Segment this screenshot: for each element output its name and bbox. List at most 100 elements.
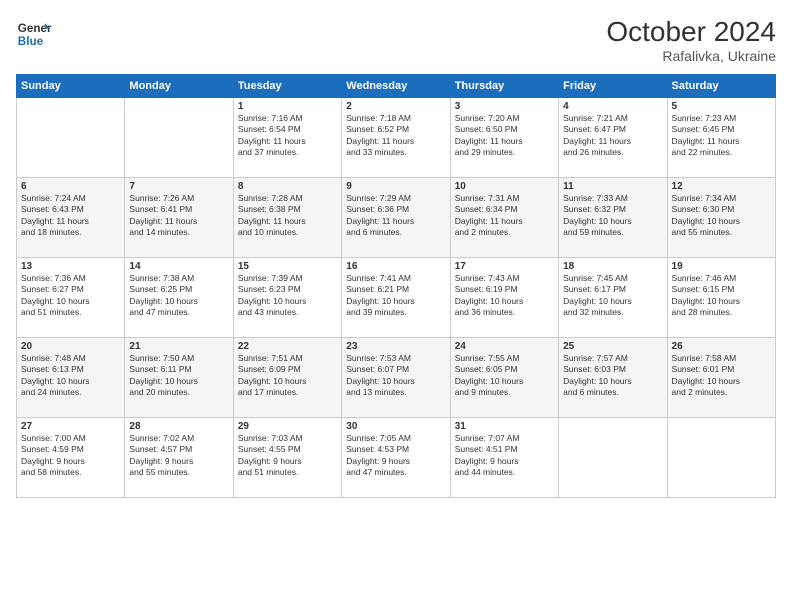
- day-number: 7: [129, 181, 228, 192]
- weekday-header: Tuesday: [233, 75, 341, 98]
- calendar-row: 20Sunrise: 7:48 AM Sunset: 6:13 PM Dayli…: [17, 338, 776, 418]
- calendar-cell: 24Sunrise: 7:55 AM Sunset: 6:05 PM Dayli…: [450, 338, 558, 418]
- day-number: 19: [672, 261, 771, 272]
- calendar-cell: 30Sunrise: 7:05 AM Sunset: 4:53 PM Dayli…: [342, 418, 450, 498]
- day-info: Sunrise: 7:05 AM Sunset: 4:53 PM Dayligh…: [346, 433, 445, 479]
- day-info: Sunrise: 7:46 AM Sunset: 6:15 PM Dayligh…: [672, 273, 771, 319]
- header-row: SundayMondayTuesdayWednesdayThursdayFrid…: [17, 75, 776, 98]
- day-number: 3: [455, 101, 554, 112]
- day-info: Sunrise: 7:18 AM Sunset: 6:52 PM Dayligh…: [346, 113, 445, 159]
- calendar-cell: 22Sunrise: 7:51 AM Sunset: 6:09 PM Dayli…: [233, 338, 341, 418]
- day-number: 5: [672, 101, 771, 112]
- calendar-cell: 10Sunrise: 7:31 AM Sunset: 6:34 PM Dayli…: [450, 178, 558, 258]
- day-info: Sunrise: 7:51 AM Sunset: 6:09 PM Dayligh…: [238, 353, 337, 399]
- weekday-header: Saturday: [667, 75, 775, 98]
- day-number: 10: [455, 181, 554, 192]
- calendar-cell: 14Sunrise: 7:38 AM Sunset: 6:25 PM Dayli…: [125, 258, 233, 338]
- calendar-cell: 11Sunrise: 7:33 AM Sunset: 6:32 PM Dayli…: [559, 178, 667, 258]
- calendar-header: SundayMondayTuesdayWednesdayThursdayFrid…: [17, 75, 776, 98]
- calendar-table: SundayMondayTuesdayWednesdayThursdayFrid…: [16, 74, 776, 498]
- day-number: 17: [455, 261, 554, 272]
- calendar-cell: 20Sunrise: 7:48 AM Sunset: 6:13 PM Dayli…: [17, 338, 125, 418]
- day-number: 22: [238, 341, 337, 352]
- calendar-cell: 29Sunrise: 7:03 AM Sunset: 4:55 PM Dayli…: [233, 418, 341, 498]
- day-number: 25: [563, 341, 662, 352]
- day-info: Sunrise: 7:41 AM Sunset: 6:21 PM Dayligh…: [346, 273, 445, 319]
- calendar-cell: 28Sunrise: 7:02 AM Sunset: 4:57 PM Dayli…: [125, 418, 233, 498]
- calendar-cell: 9Sunrise: 7:29 AM Sunset: 6:36 PM Daylig…: [342, 178, 450, 258]
- day-info: Sunrise: 7:07 AM Sunset: 4:51 PM Dayligh…: [455, 433, 554, 479]
- calendar-cell: 3Sunrise: 7:20 AM Sunset: 6:50 PM Daylig…: [450, 98, 558, 178]
- calendar-cell: 25Sunrise: 7:57 AM Sunset: 6:03 PM Dayli…: [559, 338, 667, 418]
- calendar-cell: 5Sunrise: 7:23 AM Sunset: 6:45 PM Daylig…: [667, 98, 775, 178]
- calendar-cell: 6Sunrise: 7:24 AM Sunset: 6:43 PM Daylig…: [17, 178, 125, 258]
- month-year: October 2024: [606, 16, 776, 48]
- day-number: 31: [455, 421, 554, 432]
- calendar-cell: 4Sunrise: 7:21 AM Sunset: 6:47 PM Daylig…: [559, 98, 667, 178]
- day-number: 4: [563, 101, 662, 112]
- day-info: Sunrise: 7:24 AM Sunset: 6:43 PM Dayligh…: [21, 193, 120, 239]
- weekday-header: Monday: [125, 75, 233, 98]
- calendar-cell: 21Sunrise: 7:50 AM Sunset: 6:11 PM Dayli…: [125, 338, 233, 418]
- weekday-header: Friday: [559, 75, 667, 98]
- calendar-cell: 2Sunrise: 7:18 AM Sunset: 6:52 PM Daylig…: [342, 98, 450, 178]
- calendar-cell: [559, 418, 667, 498]
- page: General Blue October 2024 Rafalivka, Ukr…: [0, 0, 792, 612]
- day-number: 30: [346, 421, 445, 432]
- calendar-cell: 12Sunrise: 7:34 AM Sunset: 6:30 PM Dayli…: [667, 178, 775, 258]
- calendar-cell: [667, 418, 775, 498]
- day-info: Sunrise: 7:00 AM Sunset: 4:59 PM Dayligh…: [21, 433, 120, 479]
- day-info: Sunrise: 7:38 AM Sunset: 6:25 PM Dayligh…: [129, 273, 228, 319]
- logo-icon: General Blue: [16, 16, 52, 52]
- day-info: Sunrise: 7:45 AM Sunset: 6:17 PM Dayligh…: [563, 273, 662, 319]
- day-info: Sunrise: 7:33 AM Sunset: 6:32 PM Dayligh…: [563, 193, 662, 239]
- day-number: 29: [238, 421, 337, 432]
- day-info: Sunrise: 7:34 AM Sunset: 6:30 PM Dayligh…: [672, 193, 771, 239]
- day-info: Sunrise: 7:29 AM Sunset: 6:36 PM Dayligh…: [346, 193, 445, 239]
- day-number: 23: [346, 341, 445, 352]
- calendar-cell: 31Sunrise: 7:07 AM Sunset: 4:51 PM Dayli…: [450, 418, 558, 498]
- calendar-row: 13Sunrise: 7:36 AM Sunset: 6:27 PM Dayli…: [17, 258, 776, 338]
- day-number: 26: [672, 341, 771, 352]
- title-block: October 2024 Rafalivka, Ukraine: [606, 16, 776, 64]
- day-number: 1: [238, 101, 337, 112]
- calendar-cell: 13Sunrise: 7:36 AM Sunset: 6:27 PM Dayli…: [17, 258, 125, 338]
- day-number: 16: [346, 261, 445, 272]
- day-info: Sunrise: 7:50 AM Sunset: 6:11 PM Dayligh…: [129, 353, 228, 399]
- svg-text:Blue: Blue: [18, 35, 44, 48]
- day-number: 12: [672, 181, 771, 192]
- day-info: Sunrise: 7:36 AM Sunset: 6:27 PM Dayligh…: [21, 273, 120, 319]
- day-info: Sunrise: 7:48 AM Sunset: 6:13 PM Dayligh…: [21, 353, 120, 399]
- day-info: Sunrise: 7:20 AM Sunset: 6:50 PM Dayligh…: [455, 113, 554, 159]
- day-number: 13: [21, 261, 120, 272]
- calendar-cell: 18Sunrise: 7:45 AM Sunset: 6:17 PM Dayli…: [559, 258, 667, 338]
- calendar-cell: 1Sunrise: 7:16 AM Sunset: 6:54 PM Daylig…: [233, 98, 341, 178]
- calendar-row: 6Sunrise: 7:24 AM Sunset: 6:43 PM Daylig…: [17, 178, 776, 258]
- day-info: Sunrise: 7:23 AM Sunset: 6:45 PM Dayligh…: [672, 113, 771, 159]
- calendar-body: 1Sunrise: 7:16 AM Sunset: 6:54 PM Daylig…: [17, 98, 776, 498]
- day-number: 20: [21, 341, 120, 352]
- calendar-cell: 19Sunrise: 7:46 AM Sunset: 6:15 PM Dayli…: [667, 258, 775, 338]
- day-number: 9: [346, 181, 445, 192]
- calendar-row: 1Sunrise: 7:16 AM Sunset: 6:54 PM Daylig…: [17, 98, 776, 178]
- day-number: 2: [346, 101, 445, 112]
- calendar-cell: 23Sunrise: 7:53 AM Sunset: 6:07 PM Dayli…: [342, 338, 450, 418]
- day-number: 6: [21, 181, 120, 192]
- calendar-cell: 16Sunrise: 7:41 AM Sunset: 6:21 PM Dayli…: [342, 258, 450, 338]
- day-info: Sunrise: 7:21 AM Sunset: 6:47 PM Dayligh…: [563, 113, 662, 159]
- day-number: 27: [21, 421, 120, 432]
- calendar-cell: 26Sunrise: 7:58 AM Sunset: 6:01 PM Dayli…: [667, 338, 775, 418]
- calendar-cell: 17Sunrise: 7:43 AM Sunset: 6:19 PM Dayli…: [450, 258, 558, 338]
- calendar-cell: 7Sunrise: 7:26 AM Sunset: 6:41 PM Daylig…: [125, 178, 233, 258]
- day-info: Sunrise: 7:16 AM Sunset: 6:54 PM Dayligh…: [238, 113, 337, 159]
- calendar-row: 27Sunrise: 7:00 AM Sunset: 4:59 PM Dayli…: [17, 418, 776, 498]
- day-info: Sunrise: 7:31 AM Sunset: 6:34 PM Dayligh…: [455, 193, 554, 239]
- day-info: Sunrise: 7:43 AM Sunset: 6:19 PM Dayligh…: [455, 273, 554, 319]
- day-number: 18: [563, 261, 662, 272]
- weekday-header: Wednesday: [342, 75, 450, 98]
- weekday-header: Sunday: [17, 75, 125, 98]
- day-info: Sunrise: 7:55 AM Sunset: 6:05 PM Dayligh…: [455, 353, 554, 399]
- day-number: 11: [563, 181, 662, 192]
- logo: General Blue: [16, 16, 52, 52]
- day-number: 15: [238, 261, 337, 272]
